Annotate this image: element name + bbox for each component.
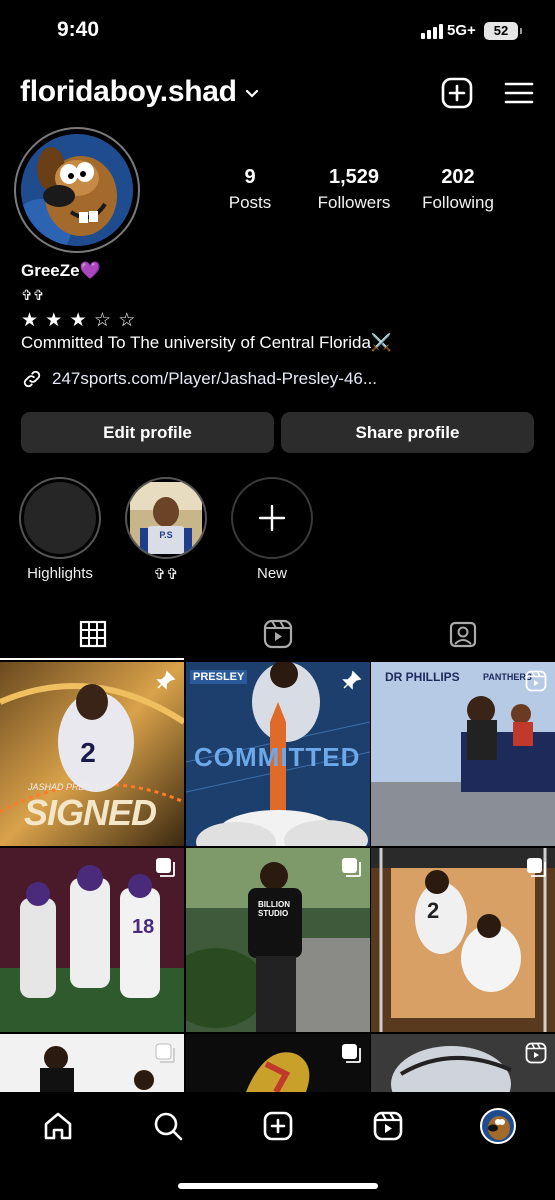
post-thumbnail[interactable]: 18 (0, 848, 184, 1032)
highlight-circle: P.S (125, 477, 207, 559)
nav-reels[interactable] (368, 1106, 408, 1146)
username: floridaboy.shad (20, 75, 237, 108)
posts-count-label: Posts (228, 193, 272, 212)
highlight-highlights[interactable]: Highlights (18, 477, 102, 582)
active-tab-indicator (0, 658, 184, 660)
reel-icon (525, 1042, 547, 1064)
home-icon (44, 1112, 72, 1140)
carousel-icon (155, 1043, 175, 1063)
post-thumbnail[interactable]: BILLION STUDIO (186, 848, 370, 1032)
post-caption: 2 (427, 898, 440, 923)
following-count-value: 202 (441, 166, 475, 188)
followers-count[interactable]: 1,529 Followers (311, 166, 397, 213)
status-bar: 9:40 5G+ 52 (0, 0, 555, 62)
post-caption: COMMITTED (194, 742, 361, 772)
chevron-down-icon (245, 89, 258, 98)
username-switcher[interactable]: floridaboy.shad (20, 75, 259, 109)
signal-icon (421, 23, 443, 39)
search-icon (154, 1112, 183, 1141)
post-thumbnail[interactable]: 2 (371, 848, 555, 1032)
following-count[interactable]: 202 Following (414, 166, 502, 213)
post-thumbnail[interactable]: PRESLEY COMMITTED (186, 662, 370, 846)
svg-text:2: 2 (80, 737, 96, 768)
post-caption-sub: JASHAD PRESLEY (28, 782, 108, 792)
profile-avatar-small (480, 1108, 516, 1144)
create-icon (263, 1111, 293, 1141)
nav-search[interactable] (148, 1106, 188, 1146)
highlight-label: Highlights (27, 565, 93, 582)
highlight-cross[interactable]: P.S ✞✞ (124, 477, 208, 583)
tab-tagged[interactable] (370, 612, 555, 656)
network-type: 5G+ (447, 22, 476, 39)
bio-line-cross: ✞✞ (21, 287, 45, 303)
tab-reels[interactable] (185, 612, 370, 656)
avatar-image (21, 134, 133, 246)
reel-icon (525, 670, 547, 692)
display-name: GreeZe💜 (21, 261, 101, 280)
carousel-icon (342, 858, 361, 877)
nav-home[interactable] (38, 1106, 78, 1146)
pin-icon (342, 670, 362, 690)
post-caption: SIGNED (24, 792, 157, 833)
highlight-thumbnail: P.S (130, 482, 202, 554)
posts-count[interactable]: 9 Posts (222, 166, 278, 213)
post-caption-sub: PRESLEY (190, 670, 248, 684)
create-post-icon[interactable] (440, 76, 474, 110)
highlight-circle (231, 477, 313, 559)
highlight-label: New (256, 565, 287, 582)
nav-create[interactable] (258, 1106, 298, 1146)
following-count-label: Following (422, 193, 494, 212)
profile-link-text: 247sports.com/Player/Jashad-Presley-46..… (52, 369, 378, 388)
bio-line-commit: Committed To The university of Central F… (21, 333, 393, 352)
share-profile-button[interactable]: Share profile (281, 412, 534, 453)
svg-text:P.S: P.S (159, 530, 172, 540)
reels-icon (263, 619, 292, 649)
grid-icon (79, 620, 106, 648)
highlight-label: ✞✞ (153, 566, 179, 583)
carousel-icon (527, 858, 546, 877)
highlight-circle (19, 477, 101, 559)
plus-icon (258, 504, 286, 532)
home-indicator (178, 1183, 378, 1189)
carousel-icon (342, 1044, 361, 1063)
post-thumbnail[interactable]: DR PHILLIPS PANTHERS (371, 662, 555, 846)
post-caption: DR PHILLIPS (385, 670, 460, 684)
link-icon (23, 370, 41, 388)
pin-icon (156, 670, 176, 690)
post-thumbnail[interactable]: 2 JASHAD PRESLEY SIGNED (0, 662, 184, 846)
highlight-new[interactable]: New (230, 477, 314, 582)
reels-icon (373, 1111, 403, 1141)
followers-count-label: Followers (317, 193, 391, 212)
post-thumbnail[interactable] (0, 1034, 184, 1092)
post-thumbnail[interactable] (186, 1034, 370, 1092)
nav-profile[interactable] (478, 1106, 518, 1146)
post-caption: BILLION STUDIO (258, 900, 290, 918)
followers-count-value: 1,529 (328, 166, 380, 188)
menu-icon[interactable] (502, 76, 536, 110)
status-time: 9:40 (57, 18, 100, 41)
profile-avatar[interactable] (14, 127, 140, 253)
battery-icon: 52 (484, 22, 522, 40)
bio-stars: ★ ★ ★ ☆ ☆ (21, 310, 137, 331)
profile-link[interactable]: 247sports.com/Player/Jashad-Presley-46..… (21, 368, 377, 390)
tagged-icon (449, 621, 476, 648)
edit-profile-button[interactable]: Edit profile (21, 412, 274, 453)
post-caption: 18 (132, 916, 155, 938)
carousel-icon (156, 858, 175, 877)
post-thumbnail[interactable] (371, 1034, 555, 1092)
posts-count-value: 9 (244, 166, 256, 188)
tab-grid[interactable] (0, 612, 185, 656)
